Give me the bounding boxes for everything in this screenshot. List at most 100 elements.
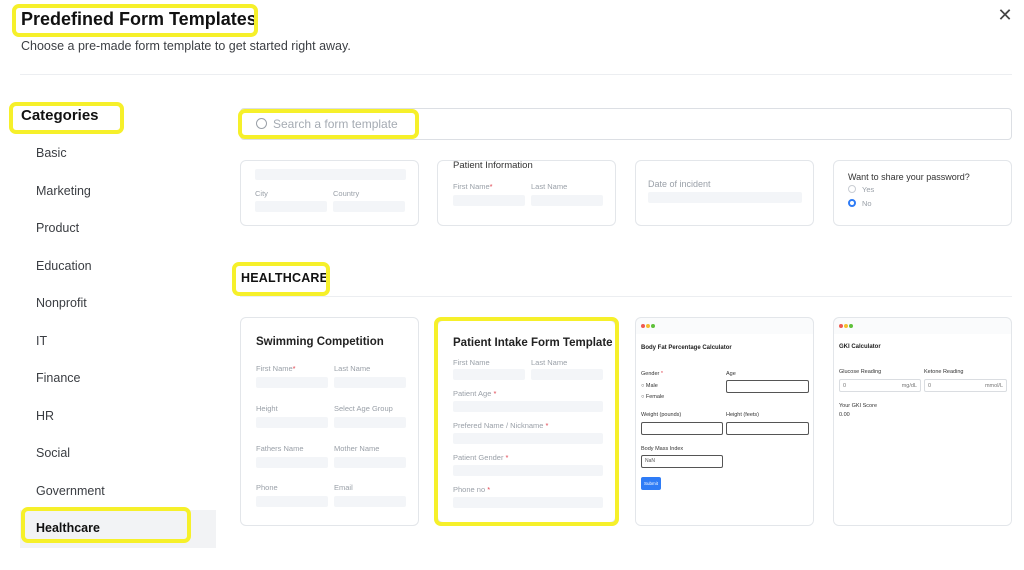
field-box: [255, 201, 327, 212]
glucose-input: 0 mg/dL: [839, 379, 921, 392]
field-label: City: [255, 189, 268, 198]
field-box: [256, 457, 328, 468]
template-card[interactable]: City Country: [240, 160, 419, 226]
template-card[interactable]: Want to share your password? Yes No: [833, 160, 1012, 226]
field-box: [334, 457, 406, 468]
field-label: Age: [726, 371, 736, 377]
field-label: First Name*: [256, 364, 296, 373]
field-box: [256, 496, 328, 507]
field-box: [453, 369, 525, 380]
question-label: Want to share your password?: [848, 172, 970, 182]
radio-label: ○ Female: [641, 394, 665, 400]
field-label: Email: [334, 483, 353, 492]
radio-label: Yes: [862, 185, 875, 194]
field-label: First Name*: [453, 182, 493, 191]
category-finance[interactable]: Finance: [0, 360, 216, 398]
field-box: [531, 369, 603, 380]
field-box: [255, 169, 406, 180]
field-label: Glucose Reading: [839, 369, 882, 375]
category-hr[interactable]: HR: [0, 398, 216, 436]
category-government[interactable]: Government: [0, 473, 216, 511]
field-label: First Name: [453, 358, 490, 367]
field-label: Last Name: [531, 182, 568, 191]
page-title: Predefined Form Templates: [21, 9, 257, 29]
field-box: [334, 377, 406, 388]
radio-label: ○ Male: [641, 383, 658, 389]
field-label: Body Mass Index: [641, 446, 684, 452]
field-label: Height: [256, 404, 278, 413]
field-label: Phone no *: [453, 485, 491, 494]
field-box: [256, 417, 328, 428]
header-divider: [20, 74, 1012, 75]
submit-button: Submit: [641, 477, 661, 490]
field-label: Gender *: [641, 371, 664, 377]
preview-body: [834, 334, 1011, 525]
field-label: Fathers Name: [256, 444, 304, 453]
page-subtitle: Choose a pre-made form template to get s…: [21, 39, 351, 53]
field-box: [531, 195, 603, 206]
ketone-input: 0 mmol/L: [924, 379, 1007, 392]
category-education[interactable]: Education: [0, 248, 216, 286]
card-title: Patient Information: [453, 160, 533, 171]
category-social[interactable]: Social: [0, 435, 216, 473]
window-dot: [839, 324, 843, 328]
search-bar[interactable]: [240, 108, 1012, 140]
height-input: [726, 422, 809, 435]
section-divider: [240, 296, 1012, 297]
field-box: [334, 496, 406, 507]
category-marketing[interactable]: Marketing: [0, 173, 216, 211]
close-icon[interactable]: ✕: [996, 6, 1014, 24]
template-card-gki[interactable]: GKI Calculator Glucose Reading Ketone Re…: [833, 317, 1012, 526]
field-label: Country: [333, 189, 360, 198]
card-title: GKI Calculator: [839, 344, 881, 350]
field-box: [453, 195, 525, 206]
window-dot: [641, 324, 645, 328]
field-box: [333, 201, 405, 212]
window-dot: [844, 324, 848, 328]
category-it[interactable]: IT: [0, 323, 216, 361]
section-title: HEALTHCARE: [241, 271, 329, 285]
field-box: [453, 433, 603, 444]
card-title: Patient Intake Form Template: [453, 337, 613, 349]
search-input[interactable]: [273, 114, 973, 134]
field-box: [648, 192, 802, 203]
field-label: Patient Gender *: [453, 453, 509, 462]
card-title: Body Fat Percentage Calculator: [641, 345, 732, 351]
field-label: Prefered Name / Nickname *: [453, 421, 549, 430]
field-label: Mother Name: [334, 444, 380, 453]
radio-yes: [848, 185, 856, 193]
field-label: Phone: [256, 483, 278, 492]
window-dot: [849, 324, 853, 328]
score-value: 0.00: [839, 412, 850, 418]
age-input: [726, 380, 809, 393]
category-healthcare[interactable]: Healthcare: [20, 510, 216, 548]
weight-input: [641, 422, 723, 435]
radio-no: [848, 199, 856, 207]
field-box: [334, 417, 406, 428]
category-product[interactable]: Product: [0, 210, 216, 248]
field-label: Date of incident: [648, 179, 711, 189]
template-card[interactable]: Date of incident: [635, 160, 814, 226]
score-label: Your GKI Score: [839, 403, 878, 409]
category-nonprofit[interactable]: Nonprofit: [0, 285, 216, 323]
window-dot: [651, 324, 655, 328]
field-label: Weight (pounds): [641, 412, 682, 418]
category-basic[interactable]: Basic: [0, 135, 216, 173]
field-label: Last Name: [531, 358, 568, 367]
category-list: Basic Marketing Product Education Nonpro…: [0, 135, 216, 548]
field-box: [453, 401, 603, 412]
field-label: Select Age Group: [334, 404, 393, 413]
window-dot: [646, 324, 650, 328]
template-card-patient-intake[interactable]: Patient Intake Form Template First Name …: [437, 320, 616, 523]
template-card-body-fat[interactable]: Body Fat Percentage Calculator Gender * …: [635, 317, 814, 526]
bmi-output: NaN: [641, 455, 723, 468]
categories-title: Categories: [21, 107, 99, 124]
template-card[interactable]: Patient Information First Name* Last Nam…: [437, 160, 616, 226]
card-title: Swimming Competition: [256, 336, 384, 348]
field-box: [453, 497, 603, 508]
template-card-swimming[interactable]: Swimming Competition First Name* Last Na…: [240, 317, 419, 526]
field-label: Last Name: [334, 364, 371, 373]
field-box: [256, 377, 328, 388]
search-icon: [256, 118, 267, 129]
field-label: Ketone Reading: [924, 369, 964, 375]
